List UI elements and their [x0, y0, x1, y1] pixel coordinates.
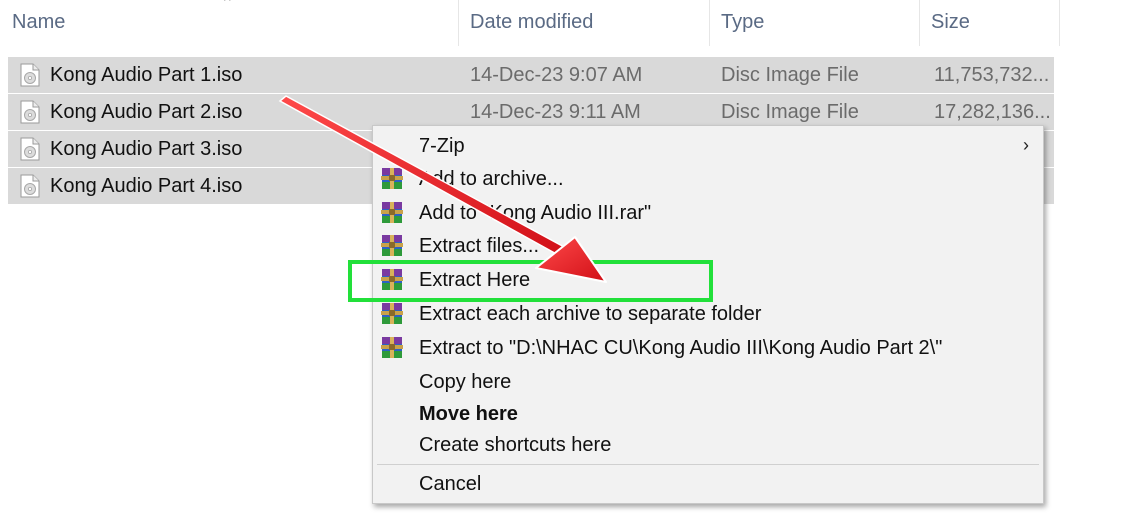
winrar-icon	[381, 337, 403, 358]
menu-item-label: Extract each archive to separate folder	[419, 303, 762, 325]
disc-image-file-icon	[20, 137, 40, 161]
column-divider[interactable]	[1059, 0, 1060, 46]
menu-item-move-here[interactable]: Move here	[373, 398, 1043, 431]
menu-item-label: Extract files...	[419, 235, 540, 257]
disc-image-file-icon	[20, 100, 40, 124]
file-date-modified: 14-Dec-23 9:07 AM	[470, 64, 643, 86]
column-divider[interactable]	[919, 0, 920, 46]
column-date-modified[interactable]: Date modified	[470, 0, 593, 46]
file-size: 11,753,732...	[934, 64, 1050, 86]
disc-image-file-icon	[20, 174, 40, 198]
menu-item-extract-each-archive-to-separate-folder[interactable]: Extract each archive to separate folder	[373, 298, 1043, 331]
menu-item-label: Move here	[419, 403, 518, 425]
file-name: Kong Audio Part 1.iso	[50, 64, 243, 86]
menu-item-label: Add to archive...	[419, 168, 564, 190]
disc-image-file-icon	[20, 63, 40, 87]
context-menu: 7-Zip › Add to archive... Add to "Kong A…	[372, 125, 1044, 504]
menu-item-label: Extract to "D:\NHAC CU\Kong Audio III\Ko…	[419, 337, 943, 359]
menu-item-label: 7-Zip	[419, 135, 465, 157]
menu-item-label: Add to "Kong Audio III.rar"	[419, 202, 652, 224]
file-row[interactable]: Kong Audio Part 1.iso 14-Dec-23 9:07 AM …	[8, 57, 1054, 93]
menu-separator	[377, 464, 1039, 465]
file-name: Kong Audio Part 2.iso	[50, 101, 243, 123]
menu-item-add-to-archive[interactable]: Add to archive...	[373, 163, 1043, 196]
menu-item-cancel[interactable]: Cancel	[373, 468, 1043, 501]
file-type: Disc Image File	[721, 64, 859, 86]
menu-item-label: Create shortcuts here	[419, 434, 612, 456]
menu-item-copy-here[interactable]: Copy here	[373, 366, 1043, 399]
column-divider[interactable]	[458, 0, 459, 46]
column-name[interactable]: Name	[12, 0, 65, 46]
winrar-icon	[381, 303, 403, 324]
column-divider[interactable]	[709, 0, 710, 46]
menu-item-extract-to-d-nhac-cu-kong-audio-iii-kong-audio-part-2[interactable]: Extract to "D:\NHAC CU\Kong Audio III\Ko…	[373, 332, 1043, 365]
menu-item-create-shortcuts-here[interactable]: Create shortcuts here	[373, 429, 1043, 462]
winrar-icon	[381, 235, 403, 256]
file-name: Kong Audio Part 3.iso	[50, 138, 243, 160]
column-header: ^ Name Date modified Type Size	[0, 0, 1134, 46]
menu-item-label: Cancel	[419, 473, 482, 495]
menu-item-add-to-kong-audio-iii-rar[interactable]: Add to "Kong Audio III.rar"	[373, 197, 1043, 230]
column-size[interactable]: Size	[931, 0, 970, 46]
chevron-right-icon: ›	[1023, 135, 1029, 155]
column-type[interactable]: Type	[721, 0, 764, 46]
menu-item-label: Copy here	[419, 371, 512, 393]
winrar-icon	[381, 202, 403, 223]
winrar-icon	[381, 168, 403, 189]
file-name: Kong Audio Part 4.iso	[50, 175, 243, 197]
menu-item-extract-files[interactable]: Extract files...	[373, 230, 1043, 263]
menu-item-7-zip[interactable]: 7-Zip ›	[373, 130, 1043, 163]
highlight-box	[348, 260, 713, 302]
sort-indicator-icon: ^	[224, 0, 231, 8]
